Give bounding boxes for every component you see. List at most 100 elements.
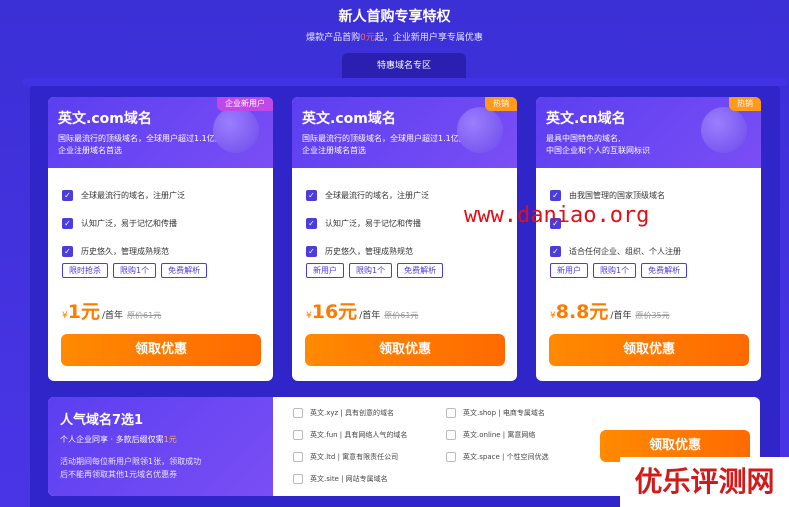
subtitle-highlight: 1元	[163, 435, 177, 444]
feature-item: ✓ 全球最流行的域名，注册广泛	[62, 181, 273, 209]
desc-line: 中国企业和个人的互联网标识	[546, 146, 650, 155]
claim-button[interactable]: 领取优惠	[61, 334, 261, 366]
card-badge: 热销	[485, 97, 517, 111]
popular-domains-intro: 人气域名7选1 个人企业同享 · 多款后缀仅需1元 活动期间每位新用户限领1张，…	[48, 397, 273, 496]
section-note: 活动期间每位新用户限领1张，领取成功 后不能再领取其他1元域名优惠券	[60, 455, 261, 481]
domain-option[interactable]: 英文.online | 寓意网络	[446, 430, 535, 440]
checkbox[interactable]	[446, 452, 456, 462]
domain-option[interactable]: 英文.site | 网站专属域名	[293, 474, 388, 484]
page-title: 新人首购专享特权	[338, 9, 451, 25]
desc-line: 国际最流行的顶级域名，全球用户超过1.1亿,	[58, 134, 218, 143]
claim-button[interactable]: 领取优惠	[305, 334, 505, 366]
checkbox[interactable]	[446, 408, 456, 418]
domain-option[interactable]: 英文.space | 个性空间优选	[446, 452, 549, 462]
original-price: 原价61元	[127, 311, 162, 320]
feature-text: 适合任何企业、组织、个人注册	[569, 246, 681, 256]
check-icon: ✓	[306, 189, 317, 201]
option-label: 英文.ltd | 寓意有限责任公司	[310, 453, 399, 461]
option-label: 英文.shop | 电商专属域名	[463, 409, 545, 417]
tag: 限购1个	[349, 263, 393, 278]
feature-item: ✓ 适合任何企业、组织、个人注册	[550, 237, 761, 265]
option-label: 英文.site | 网站专属域名	[310, 475, 388, 483]
domain-card-com-1: 企业新用户 英文.com域名 国际最流行的顶级域名，全球用户超过1.1亿, 企业注…	[48, 97, 273, 381]
domain-option[interactable]: 英文.fun | 具有网络人气的域名	[293, 430, 407, 440]
note-line: 后不能再领取其他1元域名优惠券	[60, 470, 178, 479]
checkbox[interactable]	[446, 430, 456, 440]
feature-text: 认知广泛，易于记忆和传播	[325, 218, 421, 228]
price: 8.8元	[555, 301, 609, 323]
desc-line: 国际最流行的顶级域名，全球用户超过1.1亿,	[302, 134, 462, 143]
tab-domain-zone[interactable]: 特惠域名专区	[342, 53, 466, 79]
desc-line: 最具中国特色的域名,	[546, 134, 621, 143]
subtitle-part: 爆款产品首购	[306, 33, 361, 43]
feature-text: 历史悠久，管理成熟规范	[325, 246, 413, 256]
feature-text: 全球最流行的域名，注册广泛	[325, 190, 429, 200]
checkbox[interactable]	[293, 452, 303, 462]
domain-card-com-2: 热销 英文.com域名 国际最流行的顶级域名，全球用户超过1.1亿, 企业注册域名…	[292, 97, 517, 381]
domain-option[interactable]: 英文.shop | 电商专属域名	[446, 408, 545, 418]
tag: 限购1个	[113, 263, 157, 278]
option-label: 英文.xyz | 具有创意的域名	[310, 409, 394, 417]
original-price: 原价61元	[384, 311, 419, 320]
feature-text: 全球最流行的域名，注册广泛	[81, 190, 185, 200]
feature-item: ✓ 历史悠久，管理成熟规范	[62, 237, 273, 265]
price-row: ¥1元/首年 原价61元	[62, 297, 273, 324]
globe-icon	[213, 107, 259, 153]
desc-line: 企业注册域名首选	[302, 146, 366, 155]
price-unit: /首年	[610, 311, 632, 321]
feature-item: ✓ 历史悠久，管理成熟规范	[306, 237, 517, 265]
note-line: 活动期间每位新用户限领1张，领取成功	[60, 457, 202, 466]
feature-text: 由我国管理的国家顶级域名	[569, 190, 665, 200]
check-icon: ✓	[550, 245, 561, 257]
section-title: 人气域名7选1	[60, 413, 144, 428]
card-header: 热销 英文.com域名 国际最流行的顶级域名，全球用户超过1.1亿, 企业注册域名…	[292, 97, 517, 168]
page-subtitle: 爆款产品首购0元起，企业新用户享专属优惠	[0, 30, 789, 43]
feature-list: ✓ 全球最流行的域名，注册广泛 ✓ 认知广泛，易于记忆和传播 ✓ 历史悠久，管理成熟规…	[62, 181, 273, 265]
option-label: 英文.fun | 具有网络人气的域名	[310, 431, 408, 439]
promo-page: 新人首购专享特权 爆款产品首购0元起，企业新用户享专属优惠 特惠域名专区 企业新…	[0, 0, 789, 507]
card-header: 企业新用户 英文.com域名 国际最流行的顶级域名，全球用户超过1.1亿, 企业注…	[48, 97, 273, 168]
tag: 免费解析	[641, 263, 688, 278]
panel-edge	[22, 78, 788, 86]
feature-text: 认知广泛，易于记忆和传播	[81, 218, 177, 228]
check-icon: ✓	[306, 217, 317, 229]
subtitle-part: 起，企业新用户享专属优惠	[374, 33, 483, 43]
tag: 免费解析	[397, 263, 444, 278]
card-badge: 企业新用户	[217, 97, 273, 111]
price: 1元	[67, 301, 100, 323]
card-badge: 热销	[729, 97, 761, 111]
price: 16元	[311, 301, 358, 323]
subtitle-part: 个人企业同享 · 多款后缀仅需	[60, 435, 164, 444]
checkbox[interactable]	[293, 474, 303, 484]
checkbox[interactable]	[293, 408, 303, 418]
check-icon: ✓	[62, 245, 73, 257]
check-icon: ✓	[550, 189, 561, 201]
tag: 限购1个	[593, 263, 637, 278]
domain-option[interactable]: 英文.ltd | 寓意有限责任公司	[293, 452, 398, 462]
watermark-url: www.daniao.org	[464, 203, 650, 228]
price-unit: /首年	[359, 311, 381, 321]
section-subtitle: 个人企业同享 · 多款后缀仅需1元	[60, 434, 261, 445]
tag: 限时抢杀	[62, 263, 108, 278]
check-icon: ✓	[62, 189, 73, 201]
price-row: ¥16元/首年 原价61元	[306, 297, 517, 324]
price-row: ¥8.8元/首年 原价35元	[550, 297, 761, 324]
tag-list: 新用户 限购1个 免费解析	[306, 263, 517, 278]
tag-list: 限时抢杀 限购1个 免费解析	[62, 263, 273, 278]
checkbox[interactable]	[293, 430, 303, 440]
domain-option[interactable]: 英文.xyz | 具有创意的域名	[293, 408, 394, 418]
check-icon: ✓	[62, 217, 73, 229]
tag: 新用户	[306, 263, 344, 278]
card-header: 热销 英文.cn域名 最具中国特色的域名, 中国企业和个人的互联网标识	[536, 97, 761, 168]
feature-item: ✓ 认知广泛，易于记忆和传播	[62, 209, 273, 237]
price-unit: /首年	[101, 311, 124, 321]
tag: 新用户	[550, 263, 588, 278]
claim-button[interactable]: 领取优惠	[549, 334, 749, 366]
watermark-logo: 优乐评测网	[620, 457, 789, 507]
subtitle-highlight: 0元	[360, 33, 375, 43]
globe-icon	[701, 107, 747, 153]
globe-icon	[457, 107, 503, 153]
check-icon: ✓	[306, 245, 317, 257]
desc-line: 企业注册域名首选	[58, 146, 122, 155]
feature-text: 历史悠久，管理成熟规范	[81, 246, 169, 256]
